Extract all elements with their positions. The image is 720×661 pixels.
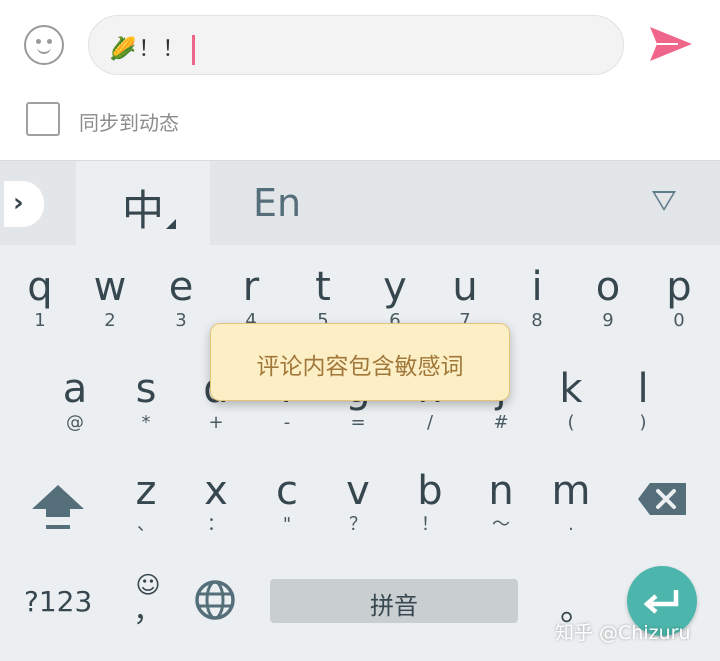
key-label: s xyxy=(135,366,157,412)
key-sublabel: 3 xyxy=(175,310,187,331)
emoji-eye-left xyxy=(36,39,41,44)
key-sublabel: = xyxy=(350,412,366,433)
lang-chinese-tab[interactable]: 中 xyxy=(76,161,210,245)
key-i[interactable]: i8 xyxy=(502,265,572,331)
keyboard-toolbar: › 中 En xyxy=(0,161,720,245)
key-sublabel: ？ xyxy=(349,514,367,535)
key-sublabel: 2 xyxy=(104,310,116,331)
key-b[interactable]: b！ xyxy=(395,469,465,535)
key-p[interactable]: p0 xyxy=(644,265,714,331)
key-sublabel: / xyxy=(426,412,434,433)
key-label: k xyxy=(559,366,583,412)
globe-icon[interactable] xyxy=(194,579,236,621)
key-label: q xyxy=(27,264,53,310)
triangle-down-icon[interactable] xyxy=(652,191,676,211)
emoji-mouth xyxy=(37,46,51,54)
screen: 🌽！！ 同步到动态 › 中 En q1 w2 e3 r4 t5 y6 u7 i8 xyxy=(0,0,720,661)
key-label: u xyxy=(452,264,478,310)
shift-icon[interactable] xyxy=(30,481,86,533)
key-sublabel: ： xyxy=(207,514,225,535)
key-label: v xyxy=(346,468,370,514)
watermark: 知乎 @Chizuru xyxy=(555,622,691,644)
key-k[interactable]: k( xyxy=(536,367,606,433)
key-label: e xyxy=(168,264,194,310)
key-label: o xyxy=(595,264,621,310)
key-sublabel: ～ xyxy=(492,514,510,535)
key-a[interactable]: a @ xyxy=(40,367,110,433)
key-u[interactable]: u7 xyxy=(430,265,500,331)
backspace-icon[interactable] xyxy=(636,481,688,517)
key-l[interactable]: l) xyxy=(608,367,678,433)
key-label: y xyxy=(383,264,407,310)
key-label: r xyxy=(242,264,260,310)
key-label: z xyxy=(135,468,157,514)
key-sublabel: " xyxy=(282,514,292,535)
key-sublabel: @ xyxy=(66,412,84,433)
key-sublabel: 0 xyxy=(673,310,685,331)
key-label: t xyxy=(315,264,331,310)
sensitive-word-toast: 评论内容包含敏感词 xyxy=(210,323,510,401)
keyboard-collapse-button[interactable]: › xyxy=(4,181,44,227)
comment-composer: 🌽！！ 同步到动态 xyxy=(0,0,720,160)
key-label: p xyxy=(666,264,692,310)
key-c[interactable]: c " xyxy=(252,469,322,535)
key-s[interactable]: s * xyxy=(111,367,181,433)
emoji-key-sublabel: ， xyxy=(133,594,163,629)
key-sublabel: # xyxy=(493,412,509,433)
key-z[interactable]: z、 xyxy=(111,469,181,535)
key-x[interactable]: x： xyxy=(181,469,251,535)
key-sublabel: . xyxy=(568,514,574,535)
key-label: a xyxy=(62,366,88,412)
key-sublabel: 、 xyxy=(137,514,155,535)
key-q[interactable]: q1 xyxy=(5,265,75,331)
key-v[interactable]: v？ xyxy=(323,469,393,535)
key-sublabel: ( xyxy=(567,412,575,433)
lang-english-tab[interactable]: En xyxy=(253,181,301,225)
key-label: w xyxy=(93,264,127,310)
key-label: i xyxy=(531,264,543,310)
key-label: x xyxy=(204,468,228,514)
emoji-eye-right xyxy=(47,39,52,44)
lang-chinese-label: 中 xyxy=(122,186,165,235)
key-sublabel: 1 xyxy=(34,310,46,331)
key-w[interactable]: w2 xyxy=(75,265,145,331)
chevron-right-icon: › xyxy=(13,188,24,218)
toast-message: 评论内容包含敏感词 xyxy=(256,354,464,380)
space-key-label: 拼音 xyxy=(370,592,418,620)
symbols-key[interactable]: ?123 xyxy=(24,585,92,618)
comment-input-text: 🌽！！ xyxy=(109,31,196,65)
emoji-picker-icon[interactable] xyxy=(24,25,64,65)
text-caret xyxy=(192,35,196,65)
key-sublabel: ) xyxy=(639,412,647,433)
key-sublabel: 8 xyxy=(531,310,543,331)
key-sublabel: * xyxy=(141,412,151,433)
key-sublabel: + xyxy=(208,412,224,433)
key-label: b xyxy=(417,468,443,514)
soft-keyboard: › 中 En q1 w2 e3 r4 t5 y6 u7 i8 o9 p0 a @ … xyxy=(0,160,720,661)
space-key[interactable]: 拼音 xyxy=(270,579,518,623)
key-y[interactable]: y6 xyxy=(360,265,430,331)
key-m[interactable]: m. xyxy=(536,469,606,535)
key-label: l xyxy=(637,366,649,412)
emoji-key[interactable]: ☺ ， xyxy=(133,571,163,629)
key-sublabel: 9 xyxy=(602,310,614,331)
key-r[interactable]: r4 xyxy=(216,265,286,331)
key-label: n xyxy=(488,468,514,514)
key-label: c xyxy=(276,468,298,514)
key-t[interactable]: t5 xyxy=(288,265,358,331)
corner-triangle-icon xyxy=(166,219,176,229)
key-e[interactable]: e3 xyxy=(146,265,216,331)
sync-to-feed-checkbox[interactable] xyxy=(26,102,60,136)
key-label: m xyxy=(551,468,591,514)
sync-to-feed-label: 同步到动态 xyxy=(79,111,179,135)
input-value: 🌽！！ xyxy=(109,37,187,62)
comment-input[interactable]: 🌽！！ xyxy=(88,15,624,75)
send-icon[interactable] xyxy=(648,24,694,64)
key-n[interactable]: n ～ xyxy=(466,469,536,535)
key-o[interactable]: o9 xyxy=(573,265,643,331)
key-sublabel: ！ xyxy=(421,514,439,535)
key-sublabel: - xyxy=(283,412,291,433)
